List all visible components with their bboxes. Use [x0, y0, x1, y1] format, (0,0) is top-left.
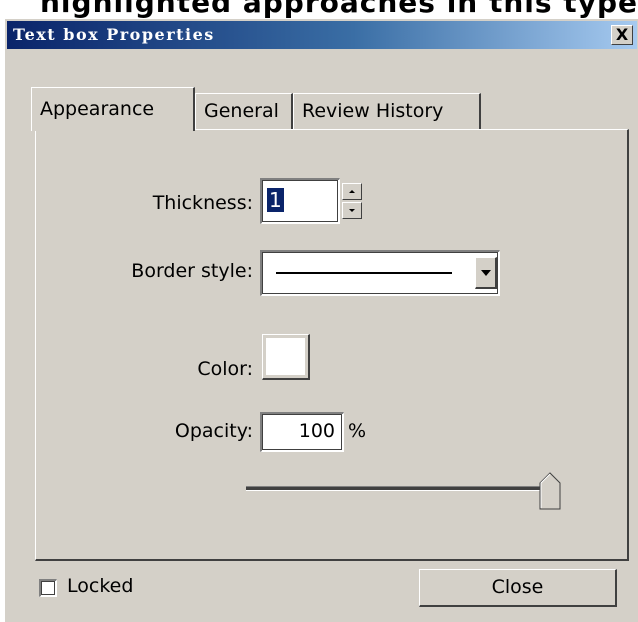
tab-appearance[interactable]: Appearance: [31, 87, 195, 131]
locked-checkbox[interactable]: [39, 579, 57, 597]
tab-review-history[interactable]: Review History: [293, 93, 481, 129]
slider-track: [246, 486, 550, 491]
dialog-title: Text box Properties: [13, 25, 215, 44]
opacity-input[interactable]: 100: [260, 412, 344, 452]
tab-label: Review History: [302, 100, 444, 122]
tab-general[interactable]: General: [195, 93, 293, 129]
solid-line-swatch: [276, 272, 452, 274]
close-button-label: Close: [491, 576, 544, 598]
color-swatch: [266, 338, 305, 375]
cropped-background-text: highlighted approaches in this type: [0, 0, 638, 18]
dropdown-button[interactable]: [475, 257, 497, 289]
color-picker-button[interactable]: [262, 334, 310, 380]
locked-label: Locked: [67, 575, 134, 597]
tab-label: Appearance: [40, 98, 155, 120]
percent-unit: %: [348, 420, 367, 442]
chevron-up-icon: [349, 190, 355, 193]
background-text: highlighted approaches in this type: [40, 0, 638, 18]
thickness-input[interactable]: 1: [260, 178, 340, 224]
close-button[interactable]: Close: [419, 569, 617, 607]
spin-down-button[interactable]: [342, 202, 362, 219]
appearance-panel: Thickness: 1 Border style: Color: Opacit…: [35, 129, 629, 561]
opacity-value: 100: [298, 420, 335, 442]
thickness-label: Thickness:: [152, 192, 253, 214]
title-bar[interactable]: Text box Properties X: [7, 21, 637, 49]
close-icon[interactable]: X: [611, 25, 633, 45]
chevron-down-icon: [349, 209, 355, 212]
chevron-down-icon: [481, 270, 491, 276]
thickness-value: 1: [267, 188, 284, 212]
text-box-properties-dialog: Text box Properties X Appearance General…: [4, 18, 638, 622]
color-label: Color:: [197, 358, 253, 380]
border-style-label: Border style:: [131, 260, 253, 282]
border-style-select[interactable]: [260, 250, 500, 296]
spin-up-button[interactable]: [342, 183, 362, 200]
opacity-slider[interactable]: [246, 470, 578, 510]
slider-thumb[interactable]: [539, 472, 561, 510]
opacity-label: Opacity:: [174, 420, 253, 442]
tab-label: General: [204, 100, 279, 122]
